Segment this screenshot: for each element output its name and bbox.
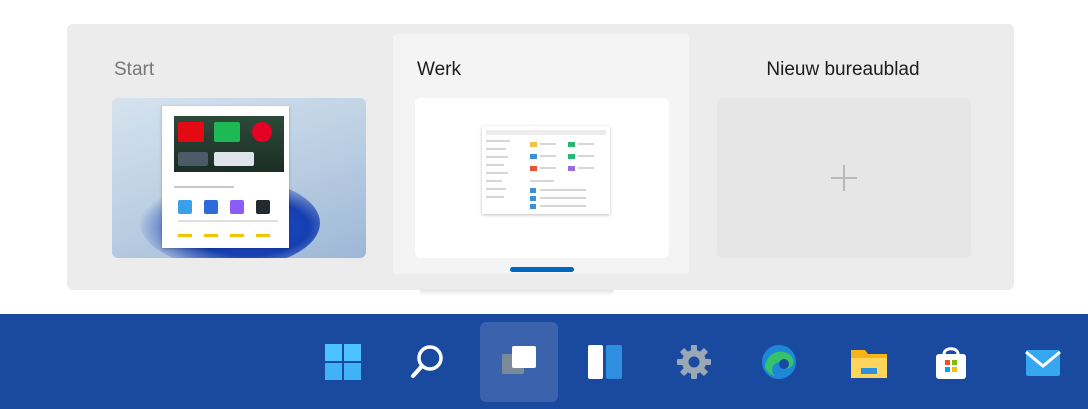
pinterest-tile: [252, 122, 272, 142]
new-desktop-label[interactable]: Nieuw bureaublad: [695, 59, 991, 81]
microsoft-store-icon: [936, 347, 966, 379]
active-desktop-indicator: [510, 267, 574, 272]
store-app-text: [178, 220, 278, 222]
new-desktop-card[interactable]: Nieuw bureaublad: [695, 34, 991, 274]
widgets-button[interactable]: [566, 322, 644, 402]
explorer-file-row: [540, 189, 586, 191]
explorer-section-heading: [530, 180, 554, 182]
folder-icon: [530, 166, 537, 171]
store-window-preview: [162, 106, 289, 248]
store-app-icon-1: [178, 200, 192, 214]
store-app-icon-4: [256, 200, 270, 214]
file-icon: [530, 188, 536, 193]
netflix-tile: [178, 122, 204, 142]
folder-icon: [530, 154, 537, 159]
taskbar: [0, 314, 1088, 409]
store-game-tile: [178, 152, 208, 166]
search-icon: [411, 345, 443, 378]
folder-icon: [530, 142, 537, 147]
explorer-item-label: [540, 143, 556, 145]
search-button[interactable]: [389, 322, 467, 402]
explorer-nav-item: [486, 196, 504, 198]
store-promo-tile: [214, 152, 254, 166]
task-view-icon: [502, 346, 536, 374]
desktop-thumbnail-start[interactable]: [112, 98, 366, 258]
microsoft-store-button[interactable]: [912, 322, 990, 402]
store-price-3: [230, 234, 244, 237]
desktop-card-werk[interactable]: Werk: [393, 34, 689, 274]
explorer-item-label: [540, 167, 556, 169]
explorer-file-row: [540, 197, 586, 199]
store-section-heading: [174, 186, 234, 188]
file-explorer-window-preview: [482, 126, 610, 214]
explorer-nav-item: [486, 172, 508, 174]
explorer-nav-item: [486, 148, 506, 150]
desktop-title-werk[interactable]: Werk: [417, 59, 461, 81]
file-explorer-icon: [851, 350, 887, 378]
explorer-nav-item: [486, 140, 510, 142]
folder-icon: [568, 142, 575, 147]
desktop-card-start[interactable]: Start: [90, 34, 386, 274]
edge-icon: [762, 345, 796, 379]
task-view-button[interactable]: [480, 322, 558, 402]
file-icon: [530, 204, 536, 209]
store-price-1: [178, 234, 192, 237]
widgets-icon: [588, 345, 622, 379]
settings-icon: [677, 345, 711, 379]
desktop-title-start[interactable]: Start: [114, 59, 154, 81]
store-app-icon-3: [230, 200, 244, 214]
new-desktop-button[interactable]: [717, 98, 971, 258]
folder-icon: [568, 154, 575, 159]
file-explorer-button[interactable]: [830, 322, 908, 402]
store-price-4: [256, 234, 270, 237]
flyout-shadow: [420, 290, 614, 296]
spotify-tile: [214, 122, 240, 142]
explorer-item-label: [578, 143, 594, 145]
plus-icon: [831, 165, 857, 191]
mail-icon: [1025, 350, 1061, 376]
edge-button[interactable]: [740, 322, 818, 402]
explorer-nav-item: [486, 188, 506, 190]
settings-button[interactable]: [655, 322, 733, 402]
desktop-thumbnail-werk[interactable]: [415, 98, 669, 258]
start-button[interactable]: [304, 322, 382, 402]
explorer-nav-item: [486, 156, 508, 158]
mail-button[interactable]: [1004, 322, 1082, 402]
explorer-item-label: [578, 167, 594, 169]
folder-icon: [568, 166, 575, 171]
windows-start-icon: [325, 344, 361, 380]
store-price-2: [204, 234, 218, 237]
store-app-icon-2: [204, 200, 218, 214]
virtual-desktops-flyout: Start Werk Nieuw bureaublad: [67, 24, 1014, 290]
explorer-item-label: [540, 155, 556, 157]
file-icon: [530, 196, 536, 201]
explorer-item-label: [578, 155, 594, 157]
explorer-nav-item: [486, 164, 504, 166]
store-hero-banner: [174, 116, 284, 172]
explorer-title-bar: [486, 130, 606, 135]
explorer-nav-item: [486, 180, 502, 182]
explorer-file-row: [540, 205, 586, 207]
